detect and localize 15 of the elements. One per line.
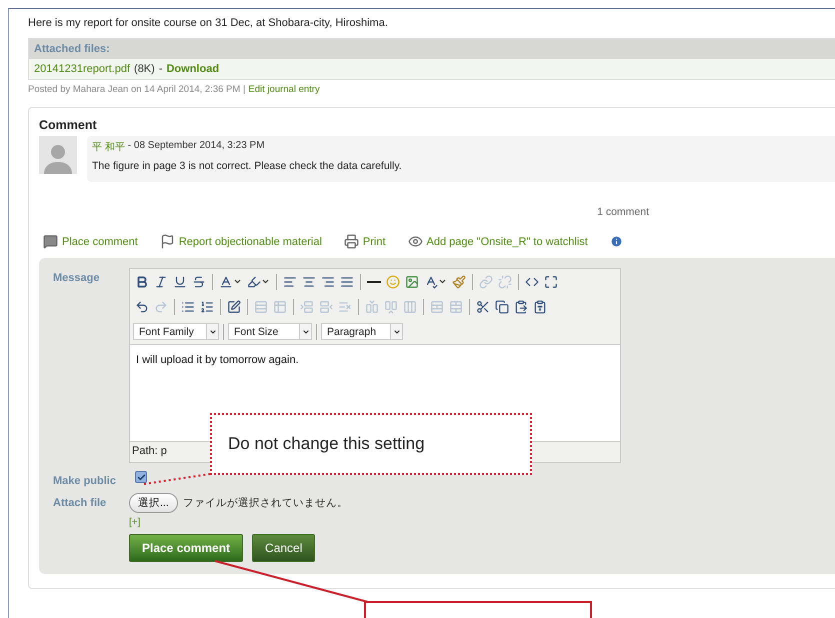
attachments-heading: Attached files:: [29, 39, 835, 59]
comment-count: 1 comment: [596, 206, 649, 218]
annotation-tooltip: Do not change this setting: [210, 413, 532, 475]
comment-date: - 08 September 2014, 3:23 PM: [128, 140, 265, 153]
file-status: ファイルが選択されていません。: [182, 496, 348, 510]
file-size: (8K): [134, 63, 155, 75]
editor-path: Path: p: [132, 445, 167, 457]
entry-text: Here is my report for onsite course on 31 Dec, at Shobara-city, Hiroshima.: [28, 17, 389, 29]
message-label: Message: [53, 271, 100, 286]
attach-file-label: Attach file: [53, 496, 108, 511]
comment-heading: Comment: [39, 118, 98, 132]
comment-text: The figure in page 3 is not correct. Please check the data carefully.: [92, 160, 403, 172]
make-public-label: Make public: [53, 474, 117, 487]
separator-text: -: [158, 63, 162, 75]
post-info: Posted by Mahara Jean on 14 April 2014, 2:36 PM |: [28, 84, 246, 95]
